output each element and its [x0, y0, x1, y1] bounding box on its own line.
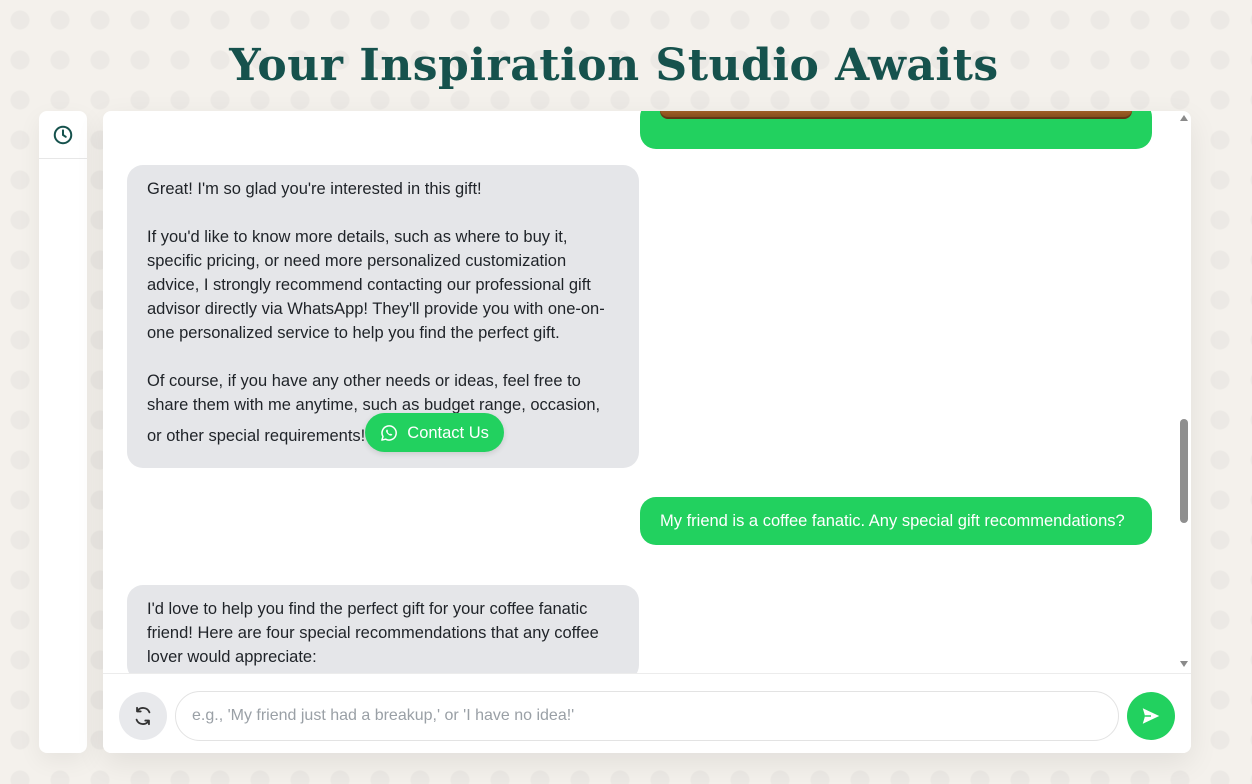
refresh-button[interactable]	[119, 692, 167, 740]
contact-us-label: Contact Us	[407, 423, 489, 442]
contact-us-button[interactable]: Contact Us	[365, 413, 504, 452]
bot-message: I'd love to help you find the perfect gi…	[127, 585, 639, 673]
refresh-icon	[135, 706, 151, 726]
gift-image-message	[640, 111, 1152, 149]
bot-message-text: Great! I'm so glad you're interested in …	[147, 180, 605, 445]
page-title: Your Inspiration Studio Awaits	[229, 40, 999, 91]
history-button[interactable]	[39, 111, 87, 159]
clock-icon	[53, 125, 73, 144]
sidebar	[39, 111, 87, 753]
gift-image[interactable]	[660, 111, 1132, 119]
scroll-up-arrow-icon[interactable]	[1180, 115, 1188, 121]
user-message-text: My friend is a coffee fanatic. Any speci…	[660, 512, 1125, 530]
whatsapp-icon	[381, 424, 398, 441]
message-list[interactable]: Great! I'm so glad you're interested in …	[103, 111, 1191, 673]
bot-message-text: I'd love to help you find the perfect gi…	[147, 600, 604, 666]
send-button[interactable]	[1127, 692, 1175, 740]
user-message: My friend is a coffee fanatic. Any speci…	[640, 497, 1152, 545]
scroll-down-arrow-icon[interactable]	[1180, 661, 1188, 667]
scrollbar[interactable]	[1177, 111, 1191, 673]
chat-panel: Great! I'm so glad you're interested in …	[103, 111, 1191, 753]
bot-message: Great! I'm so glad you're interested in …	[127, 165, 639, 468]
composer	[103, 673, 1191, 753]
send-icon	[1142, 708, 1160, 724]
scroll-thumb[interactable]	[1180, 419, 1188, 523]
message-input[interactable]	[175, 691, 1119, 741]
